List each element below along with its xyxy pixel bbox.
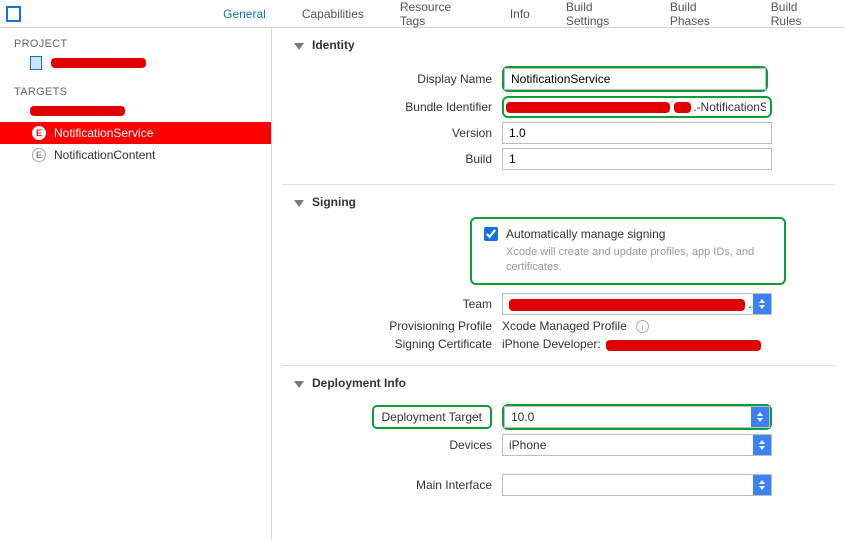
section-title-deployment[interactable]: Deployment Info bbox=[282, 376, 835, 390]
chevron-updown-icon[interactable] bbox=[753, 294, 771, 314]
chevron-updown-icon[interactable] bbox=[753, 475, 771, 495]
row-signing-cert: Signing Certificate iPhone Developer: bbox=[282, 337, 835, 351]
devices-value: iPhone bbox=[503, 435, 753, 455]
xcode-target-editor: General Capabilities Resource Tags Info … bbox=[0, 0, 845, 540]
chevron-updown-icon[interactable] bbox=[751, 407, 769, 427]
deployment-target-dropdown[interactable]: 10.0 bbox=[504, 406, 770, 428]
row-deployment-target: Deployment Target 10.0 bbox=[282, 404, 835, 430]
target-label: NotificationContent bbox=[54, 148, 155, 162]
highlight-box bbox=[502, 66, 768, 92]
auto-signing-label: Automatically manage signing bbox=[506, 227, 665, 241]
section-title-text: Signing bbox=[312, 195, 356, 209]
devices-label: Devices bbox=[282, 438, 502, 452]
main-interface-label: Main Interface bbox=[282, 478, 502, 492]
row-display-name: Display Name bbox=[282, 66, 835, 92]
project-row[interactable] bbox=[0, 52, 271, 74]
project-navigator: PROJECT TARGETS E NotificationService E … bbox=[0, 28, 272, 540]
bundle-id-label: Bundle Identifier bbox=[282, 100, 502, 114]
row-version: Version bbox=[282, 122, 835, 144]
tab-build-settings[interactable]: Build Settings bbox=[548, 0, 652, 27]
deployment-target-label: Deployment Target bbox=[382, 410, 483, 424]
section-title-identity[interactable]: Identity bbox=[282, 38, 835, 52]
target-label: NotificationService bbox=[54, 126, 153, 140]
section-title-signing[interactable]: Signing bbox=[282, 195, 835, 209]
section-divider bbox=[282, 184, 835, 185]
team-label: Team bbox=[282, 297, 502, 311]
section-divider bbox=[282, 365, 835, 366]
extension-icon: E bbox=[32, 126, 46, 140]
project-name-redacted bbox=[51, 58, 146, 68]
auto-signing-box: Automatically manage signing Xcode will … bbox=[470, 217, 786, 285]
panel-toggle-icon[interactable] bbox=[6, 6, 21, 22]
tab-build-rules[interactable]: Build Rules bbox=[753, 0, 845, 27]
main-interface-dropdown[interactable] bbox=[502, 474, 772, 496]
devices-dropdown[interactable]: iPhone bbox=[502, 434, 772, 456]
provisioning-label: Provisioning Profile bbox=[282, 319, 502, 333]
row-build: Build bbox=[282, 148, 835, 170]
signing-cert-value: iPhone Developer: bbox=[502, 337, 761, 351]
tab-info[interactable]: Info bbox=[492, 0, 548, 27]
top-tab-bar: General Capabilities Resource Tags Info … bbox=[0, 0, 845, 28]
build-input[interactable] bbox=[502, 148, 772, 170]
team-redacted bbox=[509, 299, 745, 311]
version-input[interactable] bbox=[502, 122, 772, 144]
target-row-notificationservice[interactable]: E NotificationService bbox=[0, 122, 271, 144]
section-signing: Signing Automatically manage signing Xco… bbox=[282, 195, 835, 351]
disclosure-triangle-icon[interactable] bbox=[294, 381, 304, 388]
chevron-updown-icon[interactable] bbox=[753, 435, 771, 455]
auto-signing-checkbox[interactable] bbox=[484, 227, 498, 241]
main-interface-value bbox=[503, 475, 753, 495]
editor-body: PROJECT TARGETS E NotificationService E … bbox=[0, 28, 845, 540]
disclosure-triangle-icon[interactable] bbox=[294, 200, 304, 207]
bundle-id-redacted bbox=[506, 102, 670, 113]
row-bundle-id: Bundle Identifier .-NotificationS bbox=[282, 96, 835, 118]
auto-signing-hint: Xcode will create and update profiles, a… bbox=[506, 245, 772, 275]
provisioning-value: Xcode Managed Profile i bbox=[502, 319, 649, 334]
highlight-box: .-NotificationS bbox=[502, 96, 772, 118]
section-identity: Identity Display Name Bundle Identifier bbox=[282, 38, 835, 170]
row-provisioning: Provisioning Profile Xcode Managed Profi… bbox=[282, 319, 835, 334]
build-label: Build bbox=[282, 152, 502, 166]
tab-capabilities[interactable]: Capabilities bbox=[284, 0, 382, 27]
tab-resource-tags[interactable]: Resource Tags bbox=[382, 0, 492, 27]
section-title-text: Identity bbox=[312, 38, 355, 52]
row-main-interface: Main Interface bbox=[282, 474, 835, 496]
highlight-box: 10.0 bbox=[502, 404, 772, 430]
info-icon[interactable]: i bbox=[636, 320, 649, 333]
section-deployment: Deployment Info Deployment Target 10.0 bbox=[282, 376, 835, 496]
cert-redacted bbox=[606, 340, 761, 351]
project-doc-icon bbox=[30, 56, 42, 70]
row-team: Team ... bbox=[282, 293, 835, 315]
target-row-notificationcontent[interactable]: E NotificationContent bbox=[0, 144, 271, 166]
target-0-name-redacted bbox=[30, 106, 125, 116]
target-row-0[interactable] bbox=[0, 100, 271, 122]
tab-general[interactable]: General bbox=[205, 0, 284, 27]
disclosure-triangle-icon[interactable] bbox=[294, 43, 304, 50]
bundle-id-redacted bbox=[674, 102, 692, 113]
team-dropdown[interactable]: ... bbox=[502, 293, 772, 315]
bundle-id-suffix: .-NotificationS bbox=[693, 100, 766, 114]
display-name-label: Display Name bbox=[282, 72, 502, 86]
row-devices: Devices iPhone bbox=[282, 434, 835, 456]
display-name-input[interactable] bbox=[504, 68, 766, 90]
highlight-box: Deployment Target bbox=[372, 405, 493, 429]
project-header: PROJECT bbox=[0, 34, 271, 52]
tab-build-phases[interactable]: Build Phases bbox=[652, 0, 753, 27]
main-panel[interactable]: Identity Display Name Bundle Identifier bbox=[272, 28, 845, 540]
deployment-target-value: 10.0 bbox=[505, 407, 751, 427]
signing-cert-label: Signing Certificate bbox=[282, 337, 502, 351]
section-title-text: Deployment Info bbox=[312, 376, 406, 390]
extension-icon: E bbox=[32, 148, 46, 162]
version-label: Version bbox=[282, 126, 502, 140]
targets-header: TARGETS bbox=[0, 82, 271, 100]
team-value: ... bbox=[503, 294, 753, 314]
